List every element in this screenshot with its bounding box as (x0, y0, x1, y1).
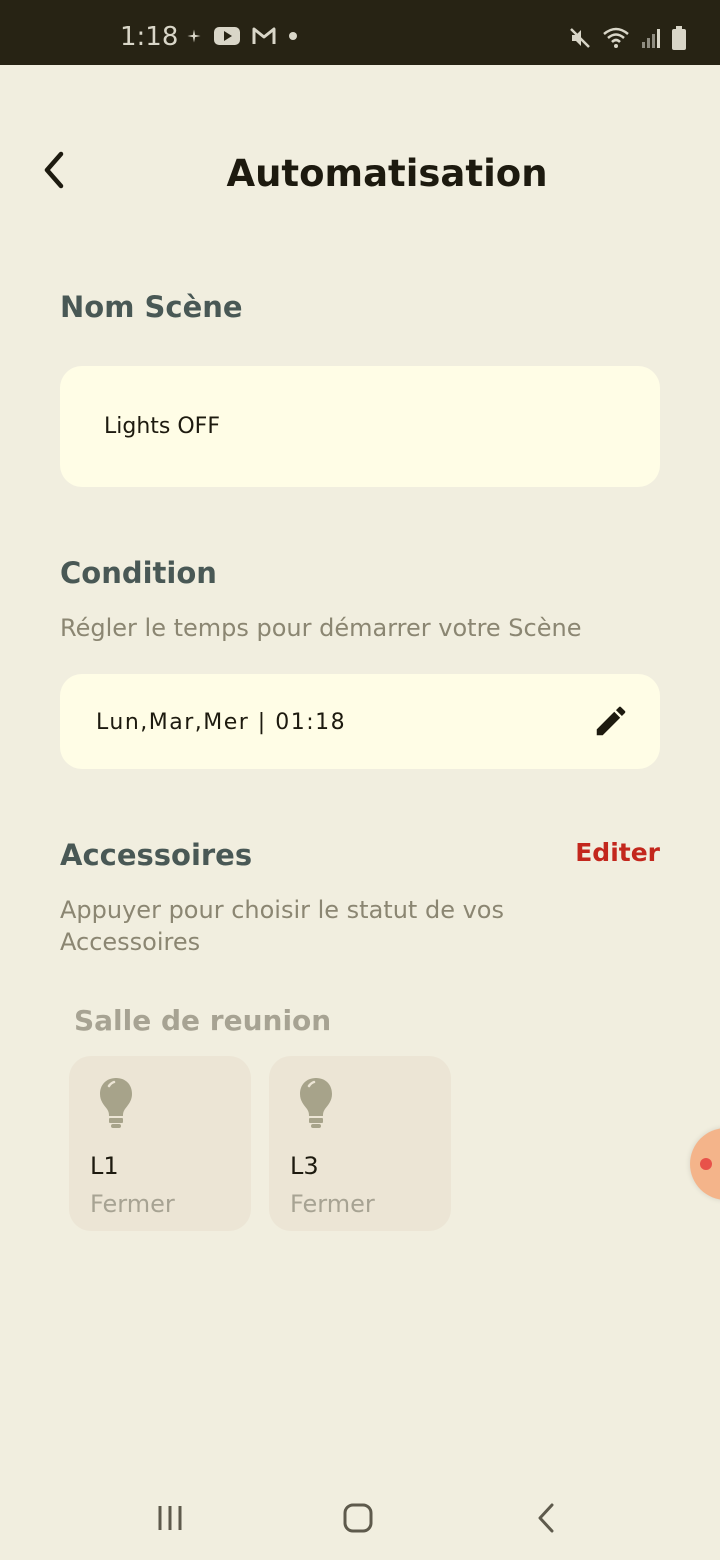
accessory-name: L3 (290, 1152, 319, 1180)
condition-label: Condition (60, 556, 217, 590)
condition-card[interactable]: Lun,Mar,Mer | 01:18 (60, 674, 660, 769)
accessory-tile-l3[interactable]: L3 Fermer (269, 1056, 451, 1231)
scene-name-value: Lights OFF (104, 414, 220, 439)
dot-icon (289, 32, 297, 40)
room-title: Salle de reunion (74, 1004, 332, 1037)
status-right-icons (568, 26, 686, 50)
condition-subtitle: Régler le temps pour démarrer votre Scèn… (60, 614, 582, 642)
gmail-icon (252, 27, 276, 44)
pencil-icon[interactable] (592, 702, 630, 740)
header: Automatisation (0, 140, 720, 210)
home-icon (343, 1503, 373, 1533)
battery-icon (672, 26, 686, 50)
scene-name-label: Nom Scène (60, 290, 243, 324)
scene-name-field[interactable]: Lights OFF (60, 366, 660, 487)
wifi-icon (603, 27, 629, 48)
condition-value: Lun,Mar,Mer | 01:18 (96, 710, 347, 735)
youtube-icon (214, 27, 240, 45)
accessories-subtitle: Appuyer pour choisir le statut de vos Ac… (60, 896, 504, 956)
lightbulb-icon (300, 1078, 332, 1128)
accessory-name: L1 (90, 1152, 119, 1180)
accessory-tile-l1[interactable]: L1 Fermer (69, 1056, 251, 1231)
edit-accessories-link[interactable]: Editer (575, 838, 660, 867)
sparkle-icon (187, 29, 201, 43)
status-time: 1:18 (120, 22, 179, 52)
recent-apps-icon (158, 1506, 182, 1530)
mute-icon (570, 28, 590, 48)
page-title: Automatisation (226, 152, 548, 195)
lightbulb-icon (100, 1078, 132, 1128)
accessories-label: Accessoires (60, 838, 253, 872)
floating-assistant-button[interactable] (690, 1128, 720, 1200)
navigation-bar (0, 1476, 720, 1560)
back-icon (538, 1503, 554, 1533)
status-bar: 1:18 (0, 0, 720, 65)
accessory-status: Fermer (290, 1190, 375, 1218)
record-dot-icon (700, 1158, 712, 1170)
nav-back-button[interactable] (524, 1498, 568, 1538)
signal-icon (642, 29, 660, 48)
status-left-icons (186, 26, 298, 46)
home-button[interactable] (336, 1498, 380, 1538)
accessory-status: Fermer (90, 1190, 175, 1218)
overlay-clip (0, 0, 720, 1560)
recent-apps-button[interactable] (148, 1498, 192, 1538)
